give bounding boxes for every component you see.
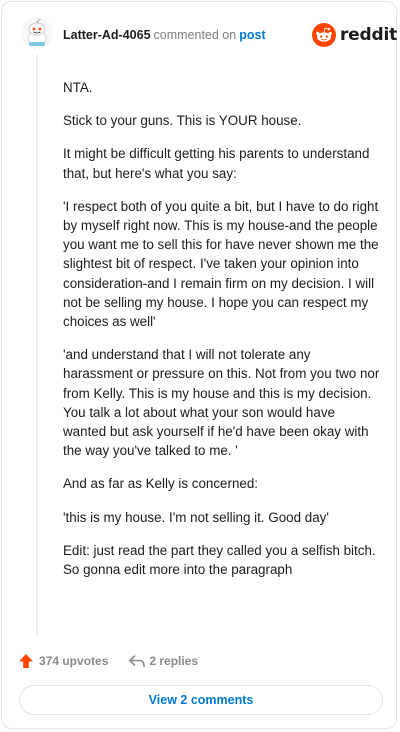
thread-line[interactable] [36, 54, 38, 636]
reddit-wordmark: reddit [340, 25, 398, 45]
reply-arrow-icon[interactable] [128, 653, 146, 669]
reply-count[interactable]: 2 replies [149, 654, 198, 668]
comment-paragraph: 'and understand that I will not tolerate… [63, 347, 380, 459]
comment-paragraph: Edit: just read the part they called you… [63, 542, 376, 578]
post-link[interactable]: post [239, 28, 265, 42]
snoo-avatar-icon[interactable] [21, 17, 53, 49]
comment-paragraph: Stick to your guns. This is YOUR house. [63, 113, 302, 129]
comment-paragraph: NTA. [63, 80, 93, 95]
comment-paragraph: 'this is my house. I'm not selling it. G… [63, 509, 329, 525]
comment-header: Latter-Ad-4065 commented on post reddit [2, 2, 398, 68]
comment-card: Latter-Ad-4065 commented on post reddit NT… [1, 1, 397, 729]
comment-paragraph: And as far as Kelly is concerned: [63, 476, 259, 492]
comment-body: NTA. Stick to your guns. This is YOUR ho… [63, 78, 381, 593]
upvote-arrow-icon[interactable] [18, 653, 34, 669]
comment-footer: 374 upvotes 2 replies [18, 651, 198, 671]
view-comments-button[interactable]: View 2 comments [19, 685, 383, 715]
username-link[interactable]: Latter-Ad-4065 [63, 28, 151, 42]
comment-action-text: commented on [153, 28, 237, 42]
reddit-alien-icon [312, 23, 336, 47]
comment-meta: Latter-Ad-4065 commented on post [63, 27, 266, 43]
upvote-count[interactable]: 374 upvotes [39, 654, 108, 668]
comment-paragraph: 'I respect both of you quite a bit, but … [63, 198, 379, 330]
reddit-logo[interactable]: reddit [312, 22, 397, 48]
comment-paragraph: It might be difficult getting his parent… [63, 146, 370, 181]
